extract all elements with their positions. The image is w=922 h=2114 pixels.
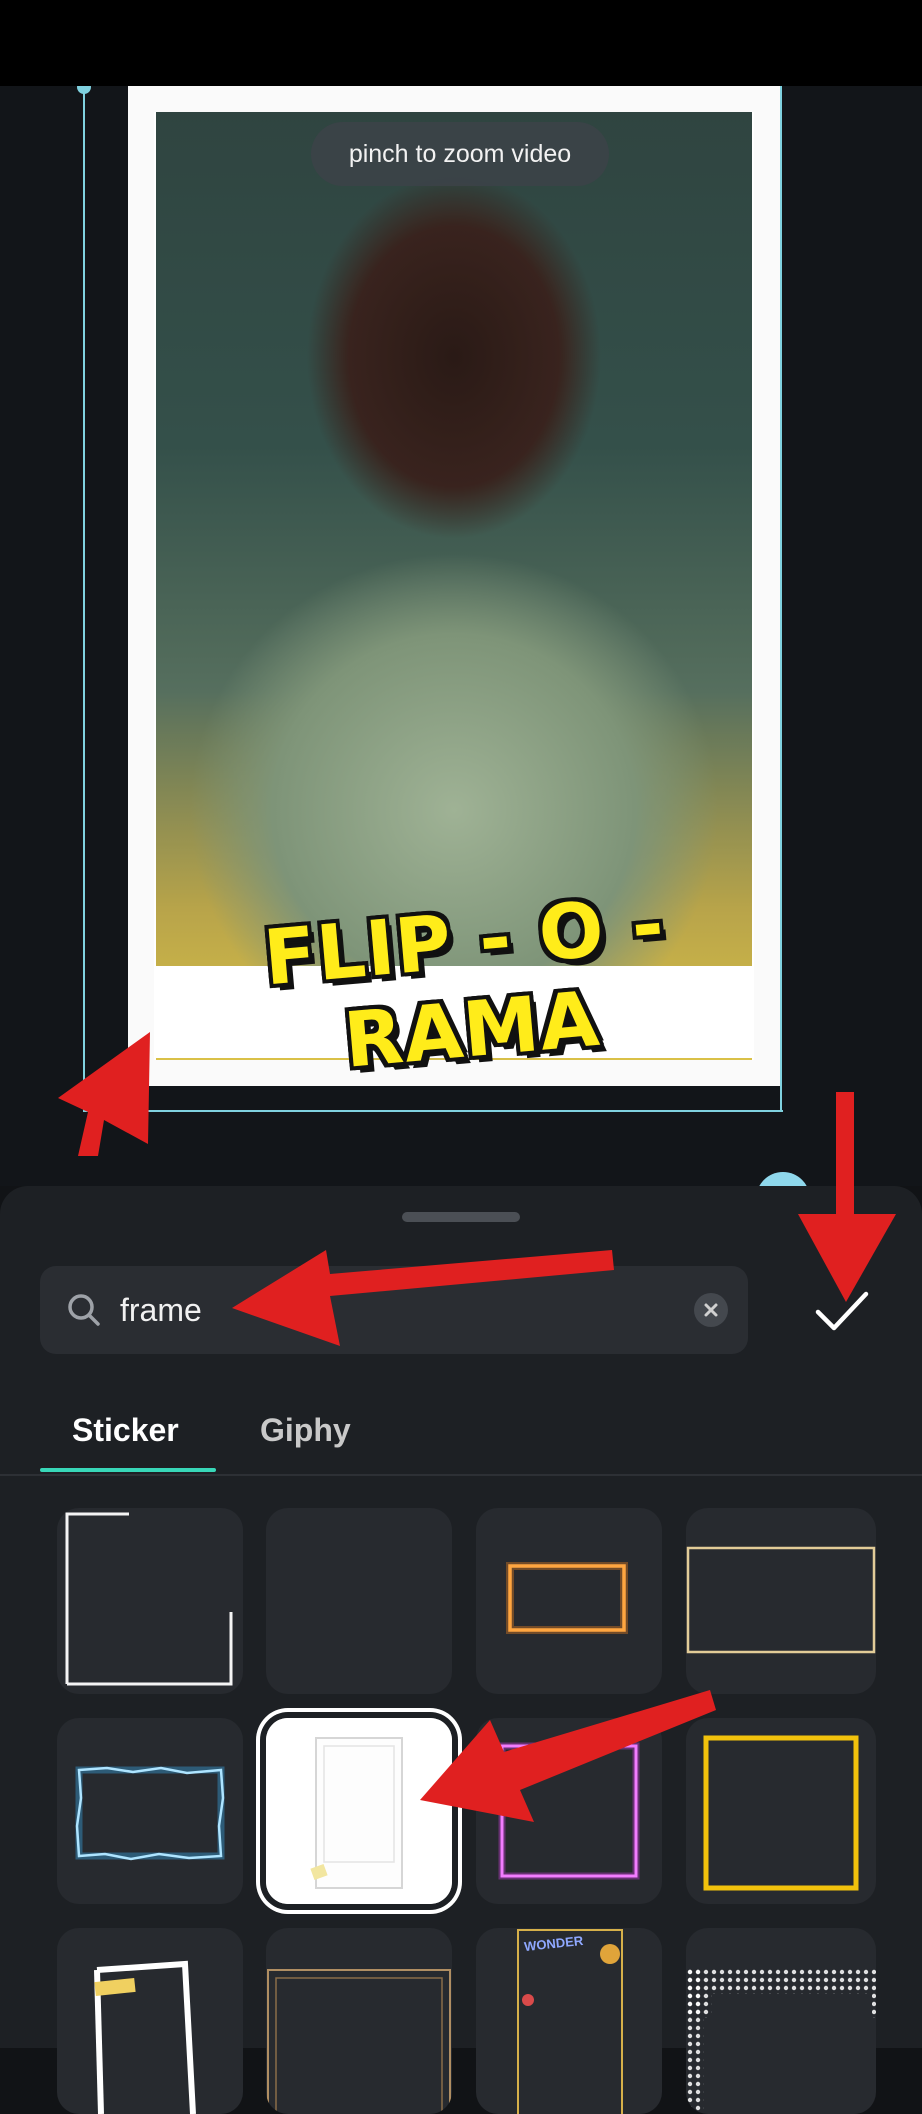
video-frame[interactable]: FLIP - O - RAMA <box>128 86 780 1086</box>
sticker-magenta-neon-frame[interactable] <box>476 1718 662 1904</box>
sticker-gold-border-frame[interactable] <box>266 1928 452 2114</box>
clear-search-button[interactable] <box>694 1293 728 1327</box>
sticker-tabs: Sticker Giphy <box>0 1402 922 1476</box>
sticker-beige-thin-frame[interactable] <box>686 1508 876 1694</box>
sticker-white-corner-frame[interactable] <box>57 1508 243 1694</box>
sticker-blank-frame[interactable] <box>266 1508 452 1694</box>
search-icon <box>68 1294 100 1326</box>
sticker-polaroid-frame[interactable] <box>266 1718 452 1904</box>
zoom-hint: pinch to zoom video <box>311 122 609 186</box>
active-tab-indicator <box>40 1468 216 1472</box>
check-icon <box>815 1291 869 1331</box>
sticker-panel: frame Sticker Giphy WONDER <box>0 1186 922 2114</box>
resize-handle[interactable] <box>756 1172 810 1186</box>
status-bar <box>0 0 922 86</box>
sticker-blue-electric-frame[interactable] <box>57 1718 243 1904</box>
crop-guide-left <box>83 86 85 1110</box>
tab-sticker[interactable]: Sticker <box>72 1412 179 1449</box>
search-field[interactable]: frame <box>40 1266 748 1354</box>
crop-guide-top-handle[interactable] <box>77 86 91 94</box>
close-icon <box>704 1303 718 1317</box>
confirm-check-button[interactable] <box>810 1284 874 1336</box>
crop-guide-bottom <box>83 1110 783 1112</box>
sticker-wonder-frame[interactable]: WONDER <box>476 1928 662 2114</box>
sticker-orange-glow-frame[interactable] <box>476 1508 662 1694</box>
sticker-halftone-frame[interactable] <box>686 1928 876 2114</box>
tab-giphy[interactable]: Giphy <box>260 1412 351 1449</box>
sticker-yellow-square-frame[interactable] <box>686 1718 876 1904</box>
sheet-grabber[interactable] <box>402 1212 520 1222</box>
search-input[interactable]: frame <box>120 1292 694 1329</box>
sticker-white-tilted-frame[interactable] <box>57 1928 243 2114</box>
video-preview[interactable]: FLIP - O - RAMA pinch to zoom video <box>0 86 922 1186</box>
crop-guide-right <box>780 86 782 1110</box>
